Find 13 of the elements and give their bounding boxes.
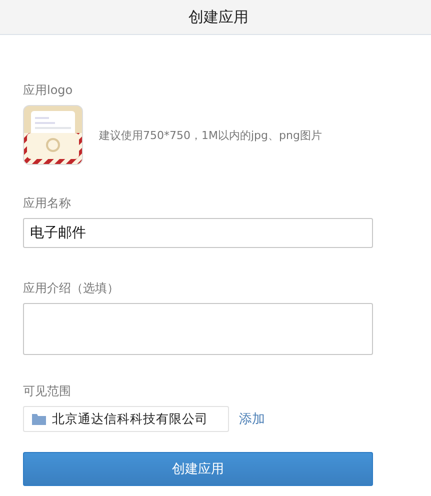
page-title: 创建应用 — [188, 8, 248, 26]
folder-icon — [32, 414, 46, 424]
field-label: 应用名称 — [23, 195, 72, 212]
field-label: 应用logo — [23, 82, 74, 99]
upload-hint: 建议使用750*750，1M以内的jpg、png图片 — [99, 128, 322, 142]
department-name: 北京通达信科科技有限公司 — [52, 410, 208, 428]
name-field[interactable]: 电子邮件 — [23, 218, 373, 248]
create-button[interactable]: 创建应用 — [23, 452, 373, 486]
intro-field[interactable] — [23, 303, 373, 355]
mail-app-logo-icon — [23, 105, 83, 165]
add-link[interactable]: 添加 — [239, 410, 265, 428]
field-label: 可见范围 — [23, 383, 72, 400]
field-label: 应用介绍（选填） — [23, 280, 120, 297]
